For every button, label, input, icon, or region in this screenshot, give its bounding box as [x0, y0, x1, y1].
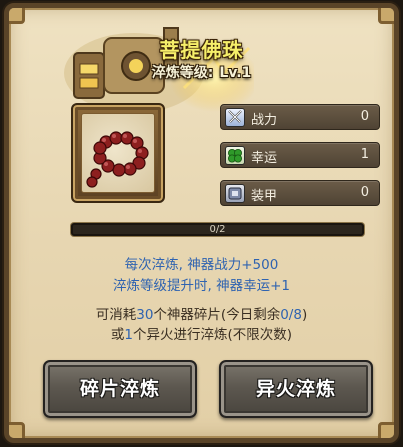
info-text: 或 [110, 327, 125, 343]
info-fire-cost: 或1个异火进行淬炼(不限次数) [9, 323, 394, 343]
panel-corner-ornament [9, 422, 25, 438]
stat-label: 幸运 [251, 151, 278, 166]
progress-text: 0/2 [209, 224, 226, 235]
stat-label: 装甲 [251, 189, 278, 204]
info-text: 个异火进行淬炼(不限次数) [133, 327, 293, 343]
info-text: 个神器碎片(今日剩余 [153, 307, 281, 323]
info-text: 可消耗 [95, 307, 137, 323]
refine-level-value: Lv.1 [219, 65, 252, 81]
shard-cost-number: 30 [136, 307, 154, 323]
stat-label: 战力 [251, 113, 278, 128]
info-luck-bonus: 淬炼等级提升时, 神器幸运+1 [113, 278, 290, 294]
armor-scroll-icon [225, 184, 245, 203]
refine-level-label: 淬炼等级: [151, 65, 214, 81]
prayer-beads-icon [86, 131, 149, 188]
panel-corner-ornament [378, 8, 394, 24]
four-leaf-clover-icon [225, 146, 245, 165]
item-slot[interactable] [71, 103, 165, 203]
refine-level: 淬炼等级: Lv.1 [9, 62, 394, 82]
panel-corner-ornament [9, 8, 25, 24]
daily-remaining-count: 0/8 [280, 307, 302, 323]
stat-value: 0 [360, 109, 369, 124]
info-power-bonus: 每次淬炼, 神器战力+500 [124, 257, 279, 273]
fire-cost-number: 1 [124, 327, 134, 343]
stat-row-power: 战力 0 [220, 104, 380, 130]
stat-row-luck: 幸运 1 [220, 142, 380, 168]
refine-panel: 菩提佛珠 淬炼等级: Lv.1 战力 0 幸运 1 装甲 0 0/2 每次淬炼,… [4, 3, 399, 443]
item-slot-background [81, 113, 155, 193]
stat-value: 0 [360, 185, 369, 200]
info-shard-cost: 可消耗30个神器碎片(今日剩余0/8) [9, 303, 394, 323]
refine-progress-bar: 0/2 [71, 223, 364, 236]
crossed-swords-icon [225, 108, 245, 127]
info-text: ) [301, 307, 308, 323]
item-title: 菩提佛珠 [159, 38, 244, 62]
fire-refine-button[interactable]: 异火淬炼 [219, 360, 373, 418]
panel-corner-ornament [378, 422, 394, 438]
shard-refine-button[interactable]: 碎片淬炼 [43, 360, 197, 418]
stat-row-armor: 装甲 0 [220, 180, 380, 206]
stat-value: 1 [360, 147, 369, 162]
